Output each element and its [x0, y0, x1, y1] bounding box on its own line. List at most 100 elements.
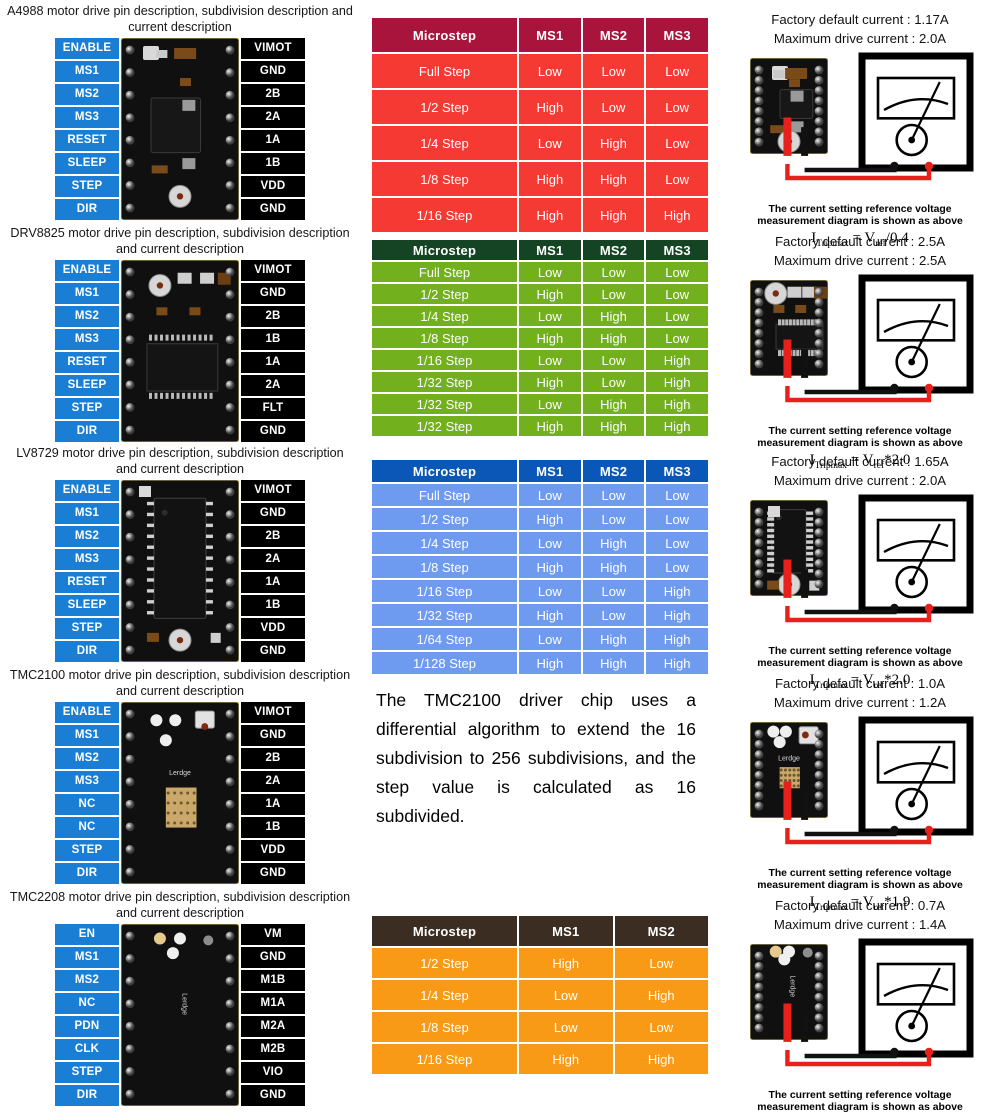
table-row: 1/4 Step Low High Low: [372, 306, 708, 326]
table-row: Full Step Low Low Low: [372, 262, 708, 282]
pin-diagram-a4988: ENABLE MS1 MS2 MS3 RESET SLEEP STEP DIR VIMOT GN…: [0, 37, 360, 225]
column-header-ms2: MS2: [582, 18, 645, 52]
table-column-a4988: Microstep MS1 MS2 MS3 Full Step Low Low Low 1/2 …: [360, 0, 720, 232]
table-row: Full Step Low Low Low: [372, 54, 708, 88]
cell-microstep: 1/64 Step: [372, 628, 517, 650]
pin-label-right-gnd: GND: [241, 283, 305, 304]
table-column-lv8729: Microstep MS1 MS2 MS3 Full Step Low Low Low 1/2 …: [360, 442, 720, 674]
pin-label-right-flt: FLT: [241, 398, 305, 419]
pin-label-right-vimot: VIMOT: [241, 260, 305, 281]
table-row: 1/8 Step High High Low: [372, 556, 708, 578]
column-header-microstep: Microstep: [372, 240, 517, 260]
pin-label-right-1b: 1B: [241, 329, 305, 350]
vref-measurement-diagram: Lerdge: [720, 716, 1000, 866]
pin-column-tmc2100: TMC2100 motor drive pin description, sub…: [0, 664, 360, 886]
maximum-drive-current: Maximum drive current : 2.0A: [773, 473, 947, 488]
pin-label-right-gnd: GND: [241, 641, 305, 662]
section-title-tmc2208: TMC2208 motor drive pin description, sub…: [9, 890, 351, 920]
cell-microstep: Full Step: [372, 484, 517, 506]
cell-value: High: [582, 328, 645, 348]
cell-value: Low: [519, 628, 581, 650]
pin-column-drv8825: DRV8825 motor drive pin description, sub…: [0, 222, 360, 443]
cell-value: Low: [646, 306, 708, 326]
column-header-microstep: Microstep: [372, 916, 517, 946]
cell-microstep: 1/4 Step: [372, 306, 517, 326]
pin-label-left-dir: DIR: [55, 641, 119, 662]
pin-label-left-ms3: MS3: [55, 107, 119, 128]
cell-microstep: 1/8 Step: [372, 1012, 517, 1042]
cell-value: Low: [646, 508, 708, 530]
pin-label-right-2b: 2B: [241, 526, 305, 547]
svg-text:Lerdge: Lerdge: [169, 770, 191, 777]
factory-default-current: Factory default current : 1.0A: [774, 676, 946, 691]
column-header-ms3: MS3: [646, 460, 708, 482]
cell-value: Low: [582, 262, 645, 282]
pin-label-right-gnd: GND: [241, 725, 305, 746]
pin-label-left-clk: CLK: [55, 1039, 119, 1060]
pin-label-left-dir: DIR: [55, 421, 119, 442]
cell-value: Low: [646, 284, 708, 304]
measurement-note-line1: The current setting reference voltage: [768, 868, 952, 879]
cell-value: Low: [582, 604, 645, 626]
pin-diagram-lv8729: ENABLE MS1 MS2 MS3 RESET SLEEP STEP DIR VIMOT GN…: [0, 479, 360, 667]
pin-label-left-reset: RESET: [55, 130, 119, 151]
cell-value: Low: [646, 328, 708, 348]
table-header-row: Microstep MS1 MS2 MS3: [372, 460, 708, 482]
pin-label-right-1a: 1A: [241, 572, 305, 593]
pin-label-right-vimot: VIMOT: [241, 480, 305, 501]
pin-label-right-gnd: GND: [241, 863, 305, 884]
pin-label-left-ms3: MS3: [55, 771, 119, 792]
cell-value: High: [582, 556, 645, 578]
table-row: 1/64 Step Low High High: [372, 628, 708, 650]
svg-text:Lerdge: Lerdge: [180, 993, 187, 1015]
cell-value: High: [582, 162, 645, 196]
column-header-microstep: Microstep: [372, 18, 517, 52]
pin-label-right-m2b: M2B: [241, 1039, 305, 1060]
cell-value: Low: [582, 508, 645, 530]
cell-value: High: [519, 162, 581, 196]
microstep-table-a4988: Microstep MS1 MS2 MS3 Full Step Low Low Low 1/2 …: [370, 16, 710, 234]
cell-microstep: 1/4 Step: [372, 980, 517, 1010]
vref-measurement-diagram: [720, 274, 1000, 424]
pin-label-right-1a: 1A: [241, 794, 305, 815]
cell-microstep: 1/2 Step: [372, 948, 517, 978]
cell-microstep: 1/16 Step: [372, 350, 517, 370]
cell-value: Low: [582, 484, 645, 506]
cell-value: Low: [646, 90, 708, 124]
cell-value: Low: [614, 948, 708, 978]
table-row: 1/4 Step Low High: [372, 980, 708, 1010]
driver-section-tmc2208: TMC2208 motor drive pin description, sub…: [0, 886, 1000, 1113]
pin-label-right-vdd: VDD: [241, 176, 305, 197]
factory-default-current: Factory default current : 1.17A: [771, 12, 949, 27]
cell-value: High: [582, 532, 645, 554]
table-row: 1/4 Step Low High Low: [372, 126, 708, 160]
pin-label-right-m1a: M1A: [241, 993, 305, 1014]
pin-column-tmc2208: TMC2208 motor drive pin description, sub…: [0, 886, 360, 1113]
table-header-row: Microstep MS1 MS2: [372, 916, 708, 946]
pin-column-a4988: A4988 motor drive pin description, subdi…: [0, 0, 360, 222]
cell-value: Low: [646, 162, 708, 196]
cell-value: High: [519, 284, 581, 304]
pin-label-left-ms1: MS1: [55, 61, 119, 82]
driver-reference-sheet: A4988 motor drive pin description, subdi…: [0, 0, 1000, 1113]
cell-value: Low: [646, 262, 708, 282]
table-column-tmc2208: Microstep MS1 MS2 1/2 Step High Low 1/4 Step Lo…: [360, 886, 720, 1113]
maximum-drive-current: Maximum drive current : 2.0A: [773, 31, 947, 46]
vref-measurement-diagram: Lerdge: [720, 938, 1000, 1088]
current-column-tmc2100: Factory default current : 1.0A Maximum d…: [720, 664, 1000, 913]
cell-microstep: Full Step: [372, 54, 517, 88]
table-row: 1/16 Step Low Low High: [372, 350, 708, 370]
microstep-table-drv8825: Microstep MS1 MS2 MS3 Full Step Low Low Low 1/2 …: [370, 238, 710, 438]
pin-label-right-gnd: GND: [241, 421, 305, 442]
cell-value: Low: [519, 54, 581, 88]
pin-label-left-ms2: MS2: [55, 526, 119, 547]
column-header-ms1: MS1: [519, 18, 581, 52]
column-header-ms2: MS2: [614, 916, 708, 946]
maximum-drive-current: Maximum drive current : 2.5A: [773, 253, 947, 268]
current-spec-drv8825: Factory default current : 2.5A Maximum d…: [720, 232, 1000, 471]
cell-microstep: 1/32 Step: [372, 604, 517, 626]
cell-microstep: 1/2 Step: [372, 284, 517, 304]
microstep-table-lv8729: Microstep MS1 MS2 MS3 Full Step Low Low Low 1/2 …: [370, 458, 710, 676]
current-spec-tmc2100: Factory default current : 1.0A Maximum d…: [720, 674, 1000, 913]
cell-value: High: [646, 394, 708, 414]
